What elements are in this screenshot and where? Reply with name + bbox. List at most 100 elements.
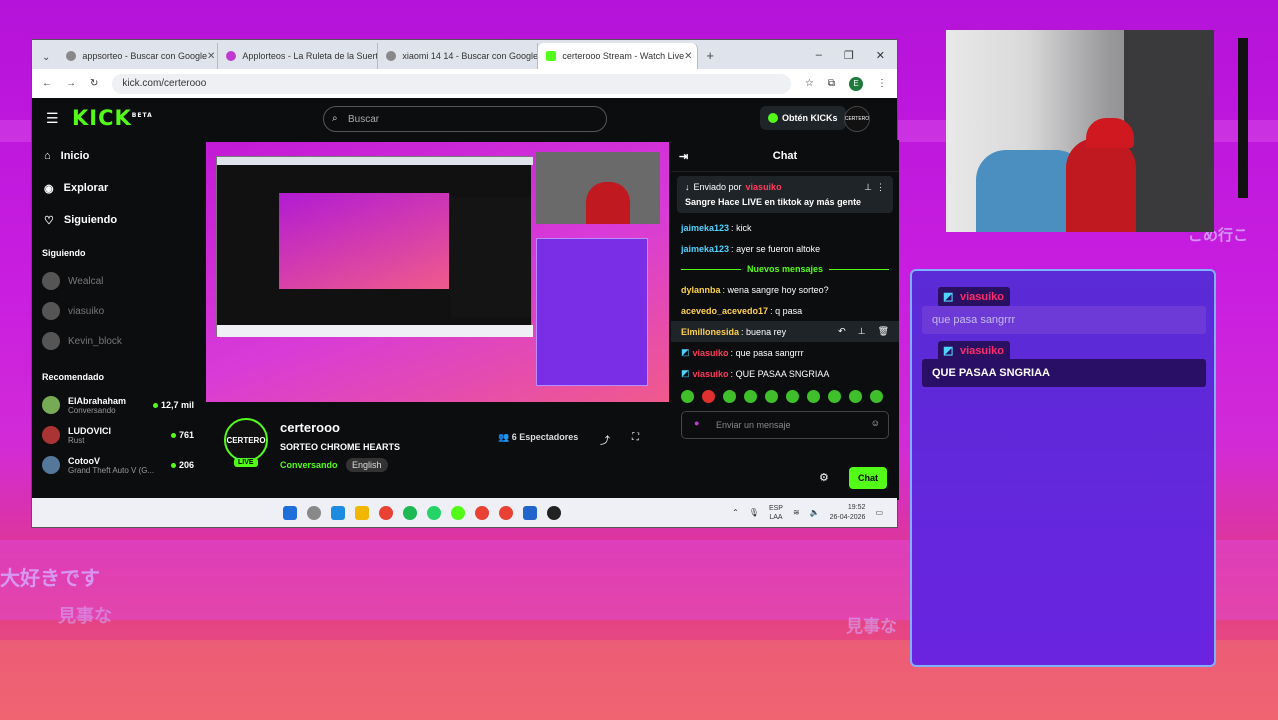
- stream-video-player[interactable]: [206, 142, 669, 402]
- delete-icon[interactable]: 🗑: [878, 326, 889, 337]
- chrome-icon[interactable]: [475, 505, 489, 520]
- emoji-icon[interactable]: ☺: [871, 418, 880, 428]
- obs-icon[interactable]: [547, 505, 561, 520]
- minimize-icon[interactable]: –: [816, 49, 822, 62]
- sidebar-item-explorar[interactable]: ◉ Explorar: [32, 172, 204, 204]
- chat-message-input[interactable]: ● Enviar un mensaje ☺: [681, 411, 889, 439]
- chrome-icon[interactable]: [499, 505, 513, 520]
- more-options-icon[interactable]: ⋮: [876, 182, 885, 193]
- emote-icon[interactable]: [849, 390, 862, 403]
- spotify-icon[interactable]: [403, 505, 417, 520]
- maximize-icon[interactable]: ❐: [844, 49, 854, 62]
- browser-tab[interactable]: Applorteos - La Ruleta de la Suerte✕: [218, 43, 379, 69]
- search-input[interactable]: ⌕ Buscar: [323, 106, 607, 132]
- file-explorer-icon[interactable]: [355, 505, 369, 520]
- send-chat-button[interactable]: Chat: [849, 467, 887, 489]
- nested-stream-screenshot: [216, 156, 533, 337]
- compass-icon: ◉: [44, 182, 54, 195]
- get-kicks-button[interactable]: Obtén KICKs: [760, 106, 846, 130]
- kick-logo[interactable]: KICKBETA: [72, 106, 153, 130]
- recommended-channel[interactable]: CotooV Grand Theft Auto V (G... 206: [32, 450, 204, 480]
- browser-tab-active[interactable]: certerooo Stream - Watch Live ✕: [538, 43, 699, 69]
- tray-chevron-icon[interactable]: ⌃: [732, 508, 739, 517]
- menu-kebab-icon[interactable]: ⋮: [877, 78, 887, 89]
- chat-message: jaimeka123: ayer se fueron altoke: [681, 243, 821, 254]
- new-messages-divider: Nuevos mensajes: [671, 259, 899, 279]
- avatar: [42, 426, 60, 444]
- beta-label: BETA: [131, 112, 153, 119]
- badge-icon: ◩: [681, 368, 690, 378]
- bookmark-star-icon[interactable]: ☆: [805, 78, 814, 89]
- kick-header: ☰ KICKBETA ⌕ Buscar Obtén KICKs CERTERO: [32, 98, 897, 140]
- gift-icon[interactable]: ⛶: [632, 432, 639, 443]
- url-input[interactable]: kick.com/certerooo: [112, 73, 791, 94]
- close-window-icon[interactable]: ✕: [876, 49, 885, 62]
- followed-channel[interactable]: Kevin_block: [32, 326, 204, 356]
- channel-name[interactable]: certerooo: [280, 420, 340, 435]
- microphone-icon[interactable]: ●: [694, 418, 699, 428]
- app-icon[interactable]: [523, 505, 537, 520]
- notifications-icon[interactable]: ▭: [875, 508, 883, 517]
- badge-icon: ◩: [943, 345, 954, 357]
- pin-message-icon[interactable]: ⊥: [858, 326, 866, 337]
- tab-list-icon[interactable]: ⌄: [42, 52, 50, 63]
- pin-message-icon[interactable]: ⊥: [864, 182, 872, 193]
- browser-tab[interactable]: appsorteo - Buscar con Google ✕: [58, 43, 219, 69]
- live-badge: LIVE: [234, 458, 258, 467]
- close-tab-icon[interactable]: ✕: [684, 51, 692, 62]
- language-tag[interactable]: English: [346, 458, 388, 472]
- sidebar-item-inicio[interactable]: ⌂ Inicio: [32, 140, 204, 172]
- reload-icon[interactable]: ↻: [90, 78, 98, 89]
- emote-icon[interactable]: [807, 390, 820, 403]
- search-icon: ⌕: [332, 113, 338, 124]
- recommended-channel[interactable]: LUDOVICI Rust 761: [32, 420, 204, 450]
- overlay-chat-message: que pasa sangrrr: [922, 306, 1206, 334]
- new-tab-icon[interactable]: +: [706, 48, 714, 63]
- sidebar-item-siguiendo[interactable]: ♡ Siguiendo: [32, 204, 204, 236]
- pin-icon: ↓: [685, 182, 690, 192]
- volume-icon[interactable]: 🔈: [810, 508, 820, 517]
- extensions-icon[interactable]: ⧉: [828, 78, 835, 89]
- reply-icon[interactable]: ↶: [838, 326, 846, 337]
- nested-chat-overlay: [536, 238, 648, 386]
- emote-icon[interactable]: [786, 390, 799, 403]
- channel-avatar[interactable]: CERTERO: [224, 418, 268, 462]
- forward-icon[interactable]: →: [66, 78, 76, 89]
- badge-icon: ◩: [943, 291, 954, 303]
- browser-tab[interactable]: xiaomi 14 14 - Buscar con Google✕: [378, 43, 539, 69]
- search-icon[interactable]: [307, 505, 321, 520]
- chat-settings-icon[interactable]: ⚙: [819, 471, 829, 484]
- back-icon[interactable]: ←: [42, 78, 52, 89]
- chrome-icon[interactable]: [379, 505, 393, 520]
- user-avatar[interactable]: CERTERO: [844, 106, 870, 132]
- recommended-channel[interactable]: ElAbrahaham Conversando 12,7 mil: [32, 390, 204, 420]
- emote-icon[interactable]: [681, 390, 694, 403]
- close-tab-icon[interactable]: ✕: [207, 51, 215, 62]
- app-icon[interactable]: [451, 505, 465, 520]
- emote-icon[interactable]: [702, 390, 715, 403]
- avatar: [42, 332, 60, 350]
- followed-channel[interactable]: Wealcal: [32, 266, 204, 296]
- windows-start-icon[interactable]: [283, 505, 297, 520]
- profile-avatar[interactable]: E: [849, 76, 863, 91]
- language-indicator[interactable]: ESP LAA: [769, 504, 783, 522]
- share-icon[interactable]: ⤴: [600, 432, 610, 447]
- collapse-chat-icon[interactable]: ⇥: [679, 150, 688, 163]
- microphone-icon[interactable]: 🎙: [749, 508, 759, 517]
- emote-icon[interactable]: [723, 390, 736, 403]
- wifi-icon[interactable]: ≋: [793, 508, 800, 517]
- emote-icon[interactable]: [744, 390, 757, 403]
- emote-icon[interactable]: [828, 390, 841, 403]
- edge-icon[interactable]: [331, 505, 345, 520]
- whatsapp-icon[interactable]: [427, 505, 441, 520]
- stream-category[interactable]: Conversando: [280, 460, 338, 470]
- emote-icon[interactable]: [870, 390, 883, 403]
- followed-channel[interactable]: viasuiko: [32, 296, 204, 326]
- background-japanese-text: 見事な: [58, 606, 112, 627]
- viewer-count: 👥 6 Espectadores: [498, 432, 579, 442]
- hamburger-menu-icon[interactable]: ☰: [46, 110, 59, 127]
- emote-icon[interactable]: [765, 390, 778, 403]
- kick-sidebar: ⌂ Inicio ◉ Explorar ♡ Siguiendo Siguiendo W…: [32, 140, 204, 500]
- clock[interactable]: 19:52 26-04-2026: [830, 503, 866, 523]
- recommended-section-title: Recomendado: [42, 372, 105, 382]
